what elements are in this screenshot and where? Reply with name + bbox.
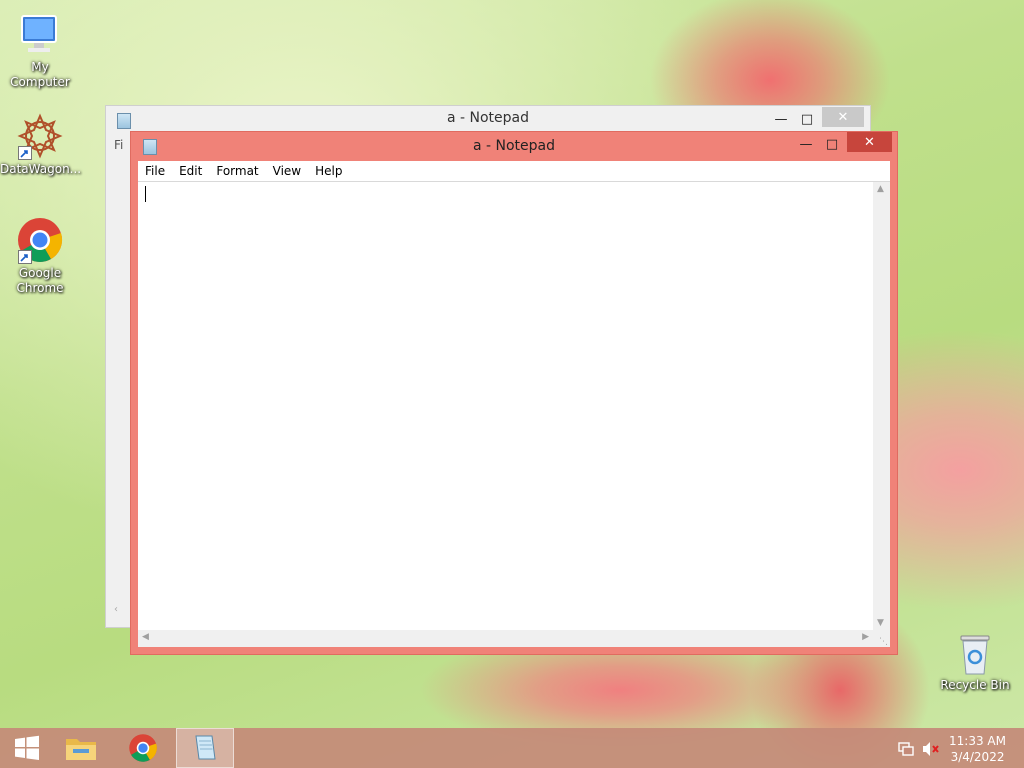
menu-item-file[interactable]: File bbox=[138, 164, 172, 178]
file-explorer-icon bbox=[66, 739, 96, 760]
chrome-icon bbox=[16, 216, 64, 264]
minimize-button[interactable]: — bbox=[793, 134, 819, 154]
menu-item-format[interactable]: Format bbox=[209, 164, 265, 178]
computer-icon bbox=[16, 10, 64, 58]
desktop-icon-recycle-bin[interactable]: Recycle Bin bbox=[935, 632, 1015, 693]
desktop-icon-my-computer[interactable]: My Computer bbox=[0, 10, 80, 90]
taskbar-notepad[interactable] bbox=[176, 728, 234, 768]
text-editor-area[interactable] bbox=[138, 182, 873, 630]
menu-item-file-partial[interactable]: Fi bbox=[114, 138, 123, 152]
minimize-button[interactable]: — bbox=[768, 109, 794, 129]
clock-time: 11:33 AM bbox=[949, 734, 1006, 748]
menu-bar: File Edit Format View Help bbox=[138, 161, 890, 182]
horizontal-scrollbar[interactable]: ◀ ▶ bbox=[138, 630, 873, 647]
window-title: a - Notepad bbox=[446, 110, 530, 126]
network-icon[interactable] bbox=[898, 741, 914, 760]
notepad-window[interactable]: a - Notepad — □ ✕ File Edit Format View … bbox=[130, 131, 898, 655]
maximize-button[interactable]: □ bbox=[819, 134, 845, 154]
scroll-left-arrow[interactable]: ‹ bbox=[114, 604, 118, 615]
text-caret bbox=[145, 186, 146, 202]
menu-item-help[interactable]: Help bbox=[308, 164, 349, 178]
menu-item-view[interactable]: View bbox=[266, 164, 308, 178]
desktop-icon-label: My Computer bbox=[10, 60, 70, 89]
vertical-scrollbar[interactable]: ▲ ▼ bbox=[873, 182, 890, 630]
notepad-icon bbox=[195, 735, 216, 760]
taskbar-chrome[interactable] bbox=[116, 728, 170, 768]
shortcut-arrow-icon bbox=[18, 250, 32, 264]
system-clock[interactable]: 11:33 AM 3/4/2022 bbox=[949, 733, 1006, 765]
taskbar: 11:33 AM 3/4/2022 bbox=[0, 728, 1024, 768]
taskbar-file-explorer[interactable] bbox=[54, 728, 108, 768]
resize-grip-icon[interactable]: ⋱ bbox=[873, 630, 890, 647]
scroll-up-arrow[interactable]: ▲ bbox=[877, 184, 884, 194]
window-title: a - Notepad bbox=[472, 138, 556, 154]
chrome-icon bbox=[129, 734, 157, 762]
volume-muted-icon[interactable] bbox=[922, 741, 940, 760]
scroll-right-arrow[interactable]: ▶ bbox=[862, 632, 869, 642]
desktop-icon-label: Recycle Bin bbox=[940, 678, 1010, 692]
close-button[interactable]: ✕ bbox=[822, 107, 864, 127]
maximize-button[interactable]: □ bbox=[794, 109, 820, 129]
menu-item-edit[interactable]: Edit bbox=[172, 164, 209, 178]
desktop-icon-label: Google Chrome bbox=[16, 266, 64, 295]
scroll-left-arrow[interactable]: ◀ bbox=[142, 632, 149, 642]
recycle-bin-icon bbox=[955, 632, 995, 676]
datawagon-icon bbox=[16, 112, 64, 160]
desktop-icon-datawagon[interactable]: DataWagon... bbox=[0, 112, 82, 177]
shortcut-arrow-icon bbox=[18, 146, 32, 160]
start-button[interactable] bbox=[0, 728, 54, 768]
desktop-icon-label: DataWagon... bbox=[0, 162, 82, 176]
windows-start-icon bbox=[15, 735, 39, 760]
close-button[interactable]: ✕ bbox=[847, 132, 892, 152]
desktop-icon-google-chrome[interactable]: Google Chrome bbox=[0, 216, 80, 296]
scroll-down-arrow[interactable]: ▼ bbox=[877, 618, 884, 628]
clock-date: 3/4/2022 bbox=[950, 750, 1005, 764]
